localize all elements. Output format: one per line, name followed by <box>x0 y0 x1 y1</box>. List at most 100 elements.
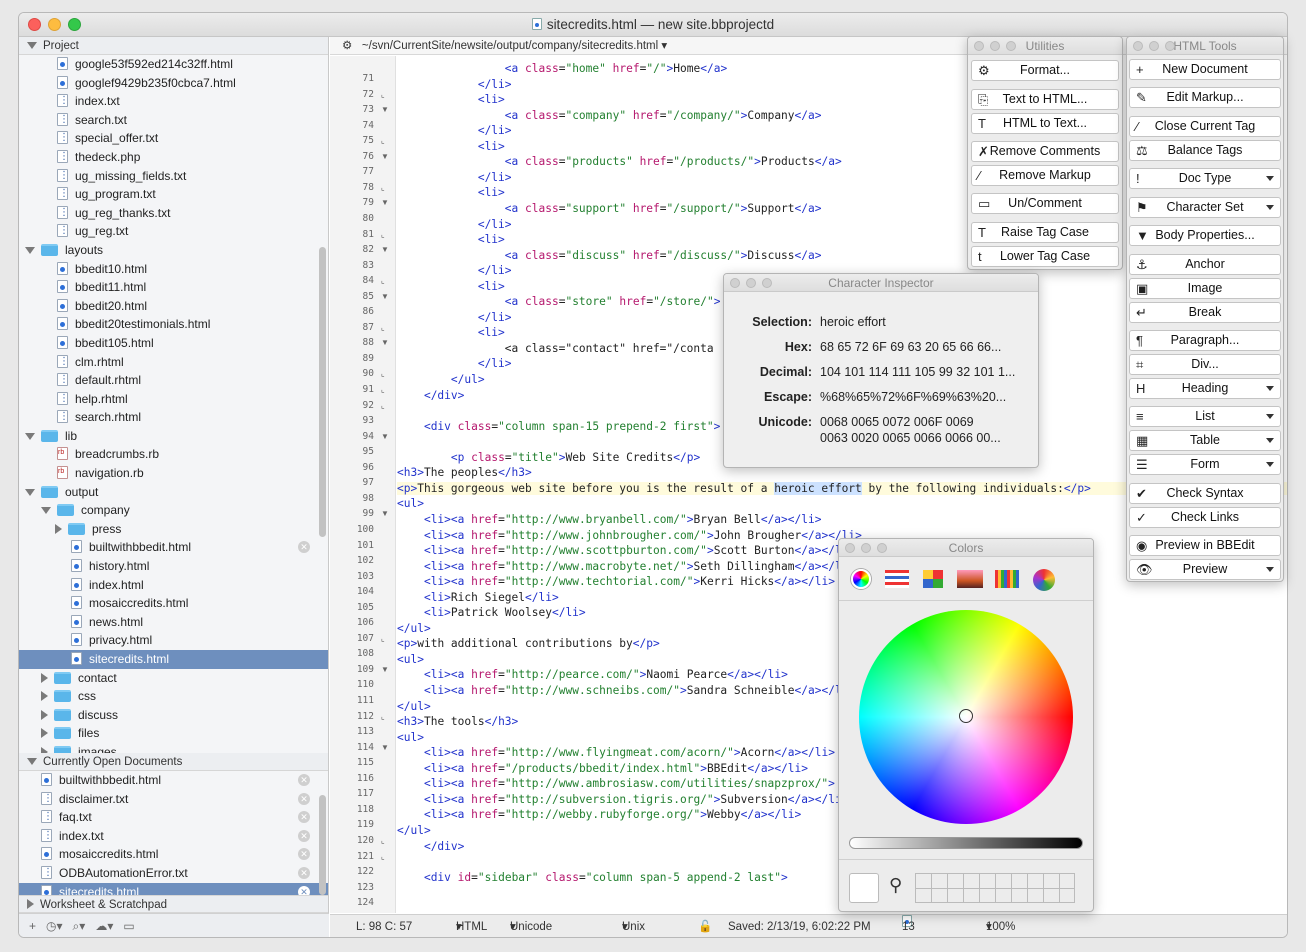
sidebar-item-mosaiccredits-html[interactable]: mosaiccredits.html <box>19 594 328 613</box>
search-icon[interactable]: ⌕▾ <box>73 919 86 933</box>
inspector-value[interactable]: %68%65%72%6F%69%63%20... <box>820 390 1006 404</box>
sidebar-item-bbedit20testimonials-html[interactable]: bbedit20testimonials.html <box>19 315 328 334</box>
fold-close-icon[interactable]: ⌞ <box>381 90 385 99</box>
code-line[interactable]: <a class="products" href="/products/">Pr… <box>397 155 842 168</box>
code-line[interactable]: <li>Rich Siegel</li> <box>397 591 559 604</box>
code-line[interactable]: </li> <box>397 311 512 324</box>
code-line[interactable]: <li> <box>397 93 505 106</box>
sidebar-item-search-rhtml[interactable]: search.rhtml <box>19 408 328 427</box>
encoding-menu[interactable]: Unicode (UTF-8) ▾ <box>510 915 552 937</box>
sidebar-item-press[interactable]: press <box>19 520 328 539</box>
cursor-position[interactable]: L: 98 C: 57 <box>356 915 412 937</box>
fold-open-icon[interactable]: ▼ <box>381 105 389 114</box>
open-docs-scrollbar[interactable] <box>319 795 326 895</box>
close-document-icon[interactable]: ✕ <box>298 811 310 824</box>
fold-close-icon[interactable]: ⌞ <box>381 852 385 861</box>
html-to-text-button[interactable]: T HTML to Text... <box>971 113 1119 134</box>
inspector-value[interactable]: 68 65 72 6F 69 63 20 65 66 66... <box>820 340 1001 354</box>
body-properties-button[interactable]: ▼ Body Properties... <box>1129 225 1281 246</box>
inspector-value[interactable]: heroic effort <box>820 315 886 329</box>
sidebar-item-bbedit20-html[interactable]: bbedit20.html <box>19 297 328 316</box>
color-wheel-mode-icon[interactable] <box>851 569 871 589</box>
code-line[interactable]: <li> <box>397 280 505 293</box>
character-set-button[interactable]: ⚑ Character Set <box>1129 197 1281 218</box>
sidebar-item-builtwithbbedit-html[interactable]: builtwithbbedit.html ✕ <box>19 538 328 557</box>
fold-open-icon[interactable]: ▼ <box>381 245 389 254</box>
sidebar-item-ug-reg-txt[interactable]: ug_reg.txt <box>19 222 328 241</box>
anchor-button[interactable]: ⚓ Anchor <box>1129 254 1281 275</box>
fold-open-icon[interactable]: ▼ <box>381 198 389 207</box>
inspector-value[interactable]: 104 101 114 111 105 99 32 101 1... <box>820 365 1015 379</box>
lower-tag-case-button[interactable]: t Lower Tag Case <box>971 246 1119 267</box>
code-line[interactable]: <a class="home" href="/">Home</a> <box>397 62 727 75</box>
sidebar-item-bbedit11-html[interactable]: bbedit11.html <box>19 278 328 297</box>
color-palettes-mode-icon[interactable] <box>923 570 943 588</box>
sidebar-item-index-txt[interactable]: index.txt <box>19 92 328 111</box>
sidebar-item-privacy-html[interactable]: privacy.html <box>19 631 328 650</box>
sidebar-item-default-rhtml[interactable]: default.rhtml <box>19 371 328 390</box>
disclosure-triangle-icon[interactable] <box>27 758 37 765</box>
character-inspector-title-bar[interactable]: Character Inspector <box>724 274 1038 292</box>
uncomment-button[interactable]: ▭ Un/Comment <box>971 193 1119 214</box>
fold-open-icon[interactable]: ▼ <box>381 432 389 441</box>
disclosure-triangle-icon[interactable] <box>41 728 48 739</box>
html-tools-title-bar[interactable]: HTML Tools <box>1127 37 1283 55</box>
open-document-builtwithbbedit-html[interactable]: builtwithbbedit.html ✕ <box>19 771 328 790</box>
code-line[interactable]: <li><a href="http://pearce.com/">Naomi P… <box>397 668 788 681</box>
inspector-value-continued[interactable]: 0063 0020 0065 0066 0066 00... <box>820 431 1001 445</box>
sidebar-item-help-rhtml[interactable]: help.rhtml <box>19 390 328 408</box>
sidebar-toggle-icon[interactable]: ▭ <box>123 919 134 933</box>
paragraph-button[interactable]: ¶ Paragraph... <box>1129 330 1281 351</box>
zoom-window-button[interactable] <box>68 18 81 31</box>
sidebar-item-css[interactable]: css <box>19 687 328 706</box>
image-button[interactable]: ▣ Image <box>1129 278 1281 299</box>
code-line[interactable]: <li><a href="http://www.macrobyte.net/">… <box>397 560 855 573</box>
code-line[interactable]: <p class="title">Web Site Credits</p> <box>397 451 700 464</box>
sidebar-item-discuss[interactable]: discuss <box>19 706 328 725</box>
fold-close-icon[interactable]: ⌞ <box>381 136 385 145</box>
disclosure-triangle-icon[interactable] <box>41 507 51 515</box>
fold-open-icon[interactable]: ▼ <box>381 338 389 347</box>
code-line[interactable]: </li> <box>397 357 512 370</box>
remove-comments-button[interactable]: ✗ Remove Comments <box>971 141 1119 162</box>
code-line[interactable]: <li> <box>397 233 505 246</box>
code-line[interactable]: <div id="sidebar" class="column span-5 a… <box>397 871 788 884</box>
sidebar-item-navigation-rb[interactable]: navigation.rb <box>19 464 328 483</box>
disclosure-triangle-icon[interactable] <box>25 246 35 254</box>
sidebar-item-ug-reg-thanks-txt[interactable]: ug_reg_thanks.txt <box>19 204 328 222</box>
code-line[interactable]: <li><a href="http://www.scottpburton.com… <box>397 544 855 557</box>
doc-type-button[interactable]: ! Doc Type <box>1129 168 1281 189</box>
form-button[interactable]: ☰ Form <box>1129 454 1281 475</box>
fold-close-icon[interactable]: ⌞ <box>381 634 385 643</box>
color-picker-extension-icon[interactable] <box>1033 569 1055 591</box>
sidebar-item-files[interactable]: files <box>19 724 328 743</box>
fold-open-icon[interactable]: ▼ <box>381 152 389 161</box>
break-button[interactable]: ↵ Break <box>1129 302 1281 323</box>
sidebar-item-images[interactable]: images <box>19 743 328 753</box>
current-color-swatch[interactable] <box>849 873 879 903</box>
fold-open-icon[interactable]: ▼ <box>381 743 389 752</box>
check-links-button[interactable]: ✓ Check Links <box>1129 507 1281 528</box>
sidebar-item-company[interactable]: company <box>19 501 328 520</box>
close-document-icon[interactable]: ✕ <box>298 541 310 554</box>
sidebar-item-breadcrumbs-rb[interactable]: breadcrumbs.rb <box>19 445 328 464</box>
code-line[interactable]: <li><a href="http://webby.rubyforge.org/… <box>397 808 801 821</box>
heading-button[interactable]: H Heading <box>1129 378 1281 399</box>
fold-close-icon[interactable]: ⌞ <box>381 369 385 378</box>
fold-open-icon[interactable]: ▼ <box>381 292 389 301</box>
sidebar-item-contact[interactable]: contact <box>19 669 328 688</box>
code-line[interactable]: <a class="company" href="/company/">Comp… <box>397 109 822 122</box>
fold-close-icon[interactable]: ⌞ <box>381 276 385 285</box>
open-document-index-txt[interactable]: index.txt ✕ <box>19 827 328 845</box>
utilities-title-bar[interactable]: Utilities <box>968 37 1122 55</box>
color-sliders-mode-icon[interactable] <box>885 570 909 588</box>
cloud-icon[interactable]: ☁▾ <box>95 919 113 933</box>
zoom-menu[interactable]: 100% ▾ <box>986 915 1015 937</box>
close-document-icon[interactable]: ✕ <box>298 792 310 805</box>
open-document-odbautomationerror-txt[interactable]: ODBAutomationError.txt ✕ <box>19 864 328 883</box>
code-line[interactable]: <li> <box>397 326 505 339</box>
disclosure-triangle-icon[interactable] <box>27 42 37 49</box>
fold-close-icon[interactable]: ⌞ <box>381 836 385 845</box>
close-current-tag-button[interactable]: ⁄ Close Current Tag <box>1129 116 1281 137</box>
file-path[interactable]: ~/svn/CurrentSite/newsite/output/company… <box>362 40 658 52</box>
